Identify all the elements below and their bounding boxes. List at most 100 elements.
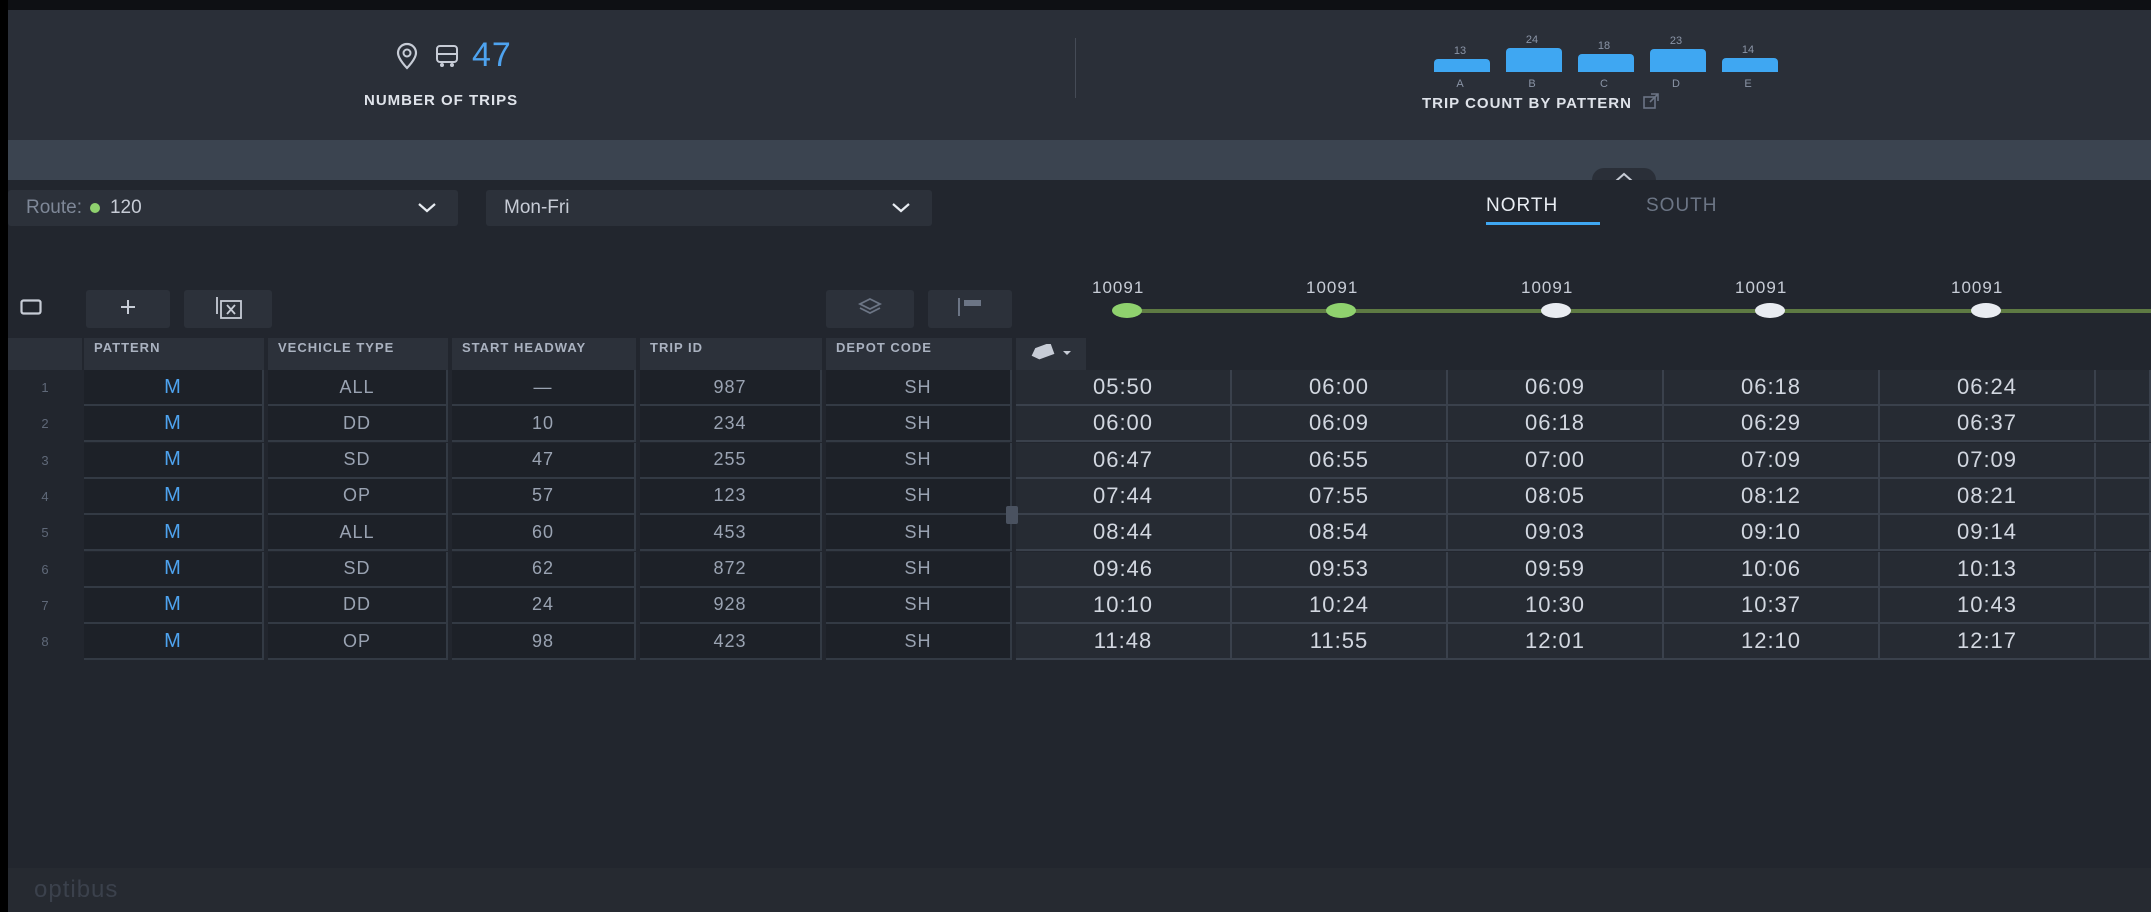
time-cell[interactable] (2096, 478, 2151, 515)
pattern-chart-label[interactable]: TRIP COUNT BY PATTERN (1422, 92, 1660, 114)
trip-id-cell[interactable]: 987 (640, 370, 822, 406)
row-number[interactable]: 3 (8, 453, 82, 468)
time-cell[interactable]: 09:14 (1880, 515, 2096, 552)
column-header[interactable]: START HEADWAY (452, 338, 636, 370)
time-cell[interactable]: 10:10 (1016, 587, 1232, 624)
depot-code-cell[interactable]: SH (826, 587, 1012, 624)
start-headway-cell[interactable]: 60 (452, 515, 636, 552)
trip-id-cell[interactable]: 453 (640, 515, 822, 552)
vehicle-type-cell[interactable]: SD (268, 442, 448, 479)
vehicle-type-cell[interactable]: ALL (268, 515, 448, 552)
time-cell[interactable] (2096, 587, 2151, 624)
start-headway-cell[interactable]: 62 (452, 551, 636, 588)
time-cell[interactable] (2096, 442, 2151, 479)
vehicle-type-cell[interactable]: ALL (268, 370, 448, 406)
external-link-icon[interactable] (1642, 92, 1660, 114)
time-cell[interactable]: 09:10 (1664, 515, 1880, 552)
time-cell[interactable] (2096, 551, 2151, 588)
time-cell[interactable]: 10:37 (1664, 587, 1880, 624)
time-cell[interactable]: 06:55 (1232, 442, 1448, 479)
time-cell[interactable]: 08:21 (1880, 478, 2096, 515)
vehicle-type-cell[interactable]: SD (268, 551, 448, 588)
tag-column-header[interactable] (1016, 338, 1086, 370)
vehicle-type-cell[interactable]: OP (268, 478, 448, 515)
time-cell[interactable]: 06:37 (1880, 406, 2096, 443)
row-number[interactable]: 6 (8, 562, 82, 577)
time-cell[interactable]: 06:18 (1448, 406, 1664, 443)
select-all-button[interactable] (18, 296, 44, 322)
depot-code-cell[interactable]: SH (826, 406, 1012, 443)
time-cell[interactable] (2096, 370, 2151, 406)
pattern-cell[interactable]: M (84, 624, 264, 661)
time-cell[interactable]: 09:46 (1016, 551, 1232, 588)
stop-marker[interactable] (1755, 303, 1785, 318)
time-cell[interactable]: 06:00 (1232, 370, 1448, 406)
pattern-cell[interactable]: M (84, 515, 264, 552)
trip-id-cell[interactable]: 255 (640, 442, 822, 479)
time-cell[interactable]: 10:24 (1232, 587, 1448, 624)
time-cell[interactable]: 09:03 (1448, 515, 1664, 552)
time-cell[interactable]: 09:59 (1448, 551, 1664, 588)
time-cell[interactable]: 12:10 (1664, 624, 1880, 661)
time-cell[interactable]: 05:50 (1016, 370, 1232, 406)
row-number[interactable]: 7 (8, 598, 82, 613)
depot-code-cell[interactable]: SH (826, 624, 1012, 661)
column-header[interactable]: PATTERN (84, 338, 264, 370)
start-headway-cell[interactable]: 47 (452, 442, 636, 479)
depot-code-cell[interactable]: SH (826, 370, 1012, 406)
time-cell[interactable]: 11:55 (1232, 624, 1448, 661)
add-trip-button[interactable] (86, 290, 170, 328)
time-cell[interactable]: 07:09 (1664, 442, 1880, 479)
time-cell[interactable]: 12:17 (1880, 624, 2096, 661)
trip-count-chart[interactable]: 13 A 24 B 18 C 23 D 14 E (1430, 28, 1790, 90)
stop-marker[interactable] (1112, 303, 1142, 318)
stop-marker[interactable] (1971, 303, 2001, 318)
stop-marker[interactable] (1326, 303, 1356, 318)
time-cell[interactable]: 11:48 (1016, 624, 1232, 661)
time-cell[interactable]: 06:29 (1664, 406, 1880, 443)
row-number[interactable]: 8 (8, 634, 82, 649)
trip-id-cell[interactable]: 928 (640, 587, 822, 624)
time-cell[interactable]: 07:55 (1232, 478, 1448, 515)
pattern-cell[interactable]: M (84, 370, 264, 406)
bar-e[interactable]: 14 E (1718, 28, 1778, 90)
time-cell[interactable]: 06:00 (1016, 406, 1232, 443)
time-cell[interactable]: 06:09 (1232, 406, 1448, 443)
time-cell[interactable] (2096, 515, 2151, 552)
depot-code-cell[interactable]: SH (826, 551, 1012, 588)
trip-id-cell[interactable]: 123 (640, 478, 822, 515)
column-header[interactable]: TRIP ID (640, 338, 822, 370)
flag-button[interactable] (928, 290, 1012, 328)
delete-trip-button[interactable] (184, 290, 272, 328)
start-headway-cell[interactable]: 10 (452, 406, 636, 443)
depot-code-cell[interactable]: SH (826, 442, 1012, 479)
column-header[interactable]: DEPOT CODE (826, 338, 1012, 370)
column-header[interactable]: VECHICLE TYPE (268, 338, 448, 370)
tab-south[interactable]: SOUTH (1646, 195, 1718, 217)
split-handle[interactable] (1006, 506, 1018, 524)
bar-b[interactable]: 24 B (1502, 28, 1562, 90)
row-number[interactable]: 2 (8, 416, 82, 431)
route-select[interactable]: Route: 120 (8, 190, 458, 226)
row-number[interactable]: 1 (8, 380, 82, 395)
start-headway-cell[interactable]: 98 (452, 624, 636, 661)
pattern-cell[interactable]: M (84, 478, 264, 515)
time-cell[interactable]: 09:53 (1232, 551, 1448, 588)
tab-north[interactable]: NORTH (1486, 195, 1558, 217)
trip-id-cell[interactable]: 234 (640, 406, 822, 443)
trip-id-cell[interactable]: 872 (640, 551, 822, 588)
time-cell[interactable] (2096, 624, 2151, 661)
pattern-cell[interactable]: M (84, 442, 264, 479)
start-headway-cell[interactable]: 57 (452, 478, 636, 515)
vehicle-type-cell[interactable]: OP (268, 624, 448, 661)
time-cell[interactable]: 06:24 (1880, 370, 2096, 406)
days-select[interactable]: Mon-Fri (486, 190, 932, 226)
time-cell[interactable]: 08:12 (1664, 478, 1880, 515)
time-cell[interactable]: 06:18 (1664, 370, 1880, 406)
bar-a[interactable]: 13 A (1430, 28, 1490, 90)
time-cell[interactable]: 06:09 (1448, 370, 1664, 406)
time-cell[interactable]: 06:47 (1016, 442, 1232, 479)
trip-id-cell[interactable]: 423 (640, 624, 822, 661)
row-number[interactable]: 5 (8, 525, 82, 540)
depot-code-cell[interactable]: SH (826, 478, 1012, 515)
